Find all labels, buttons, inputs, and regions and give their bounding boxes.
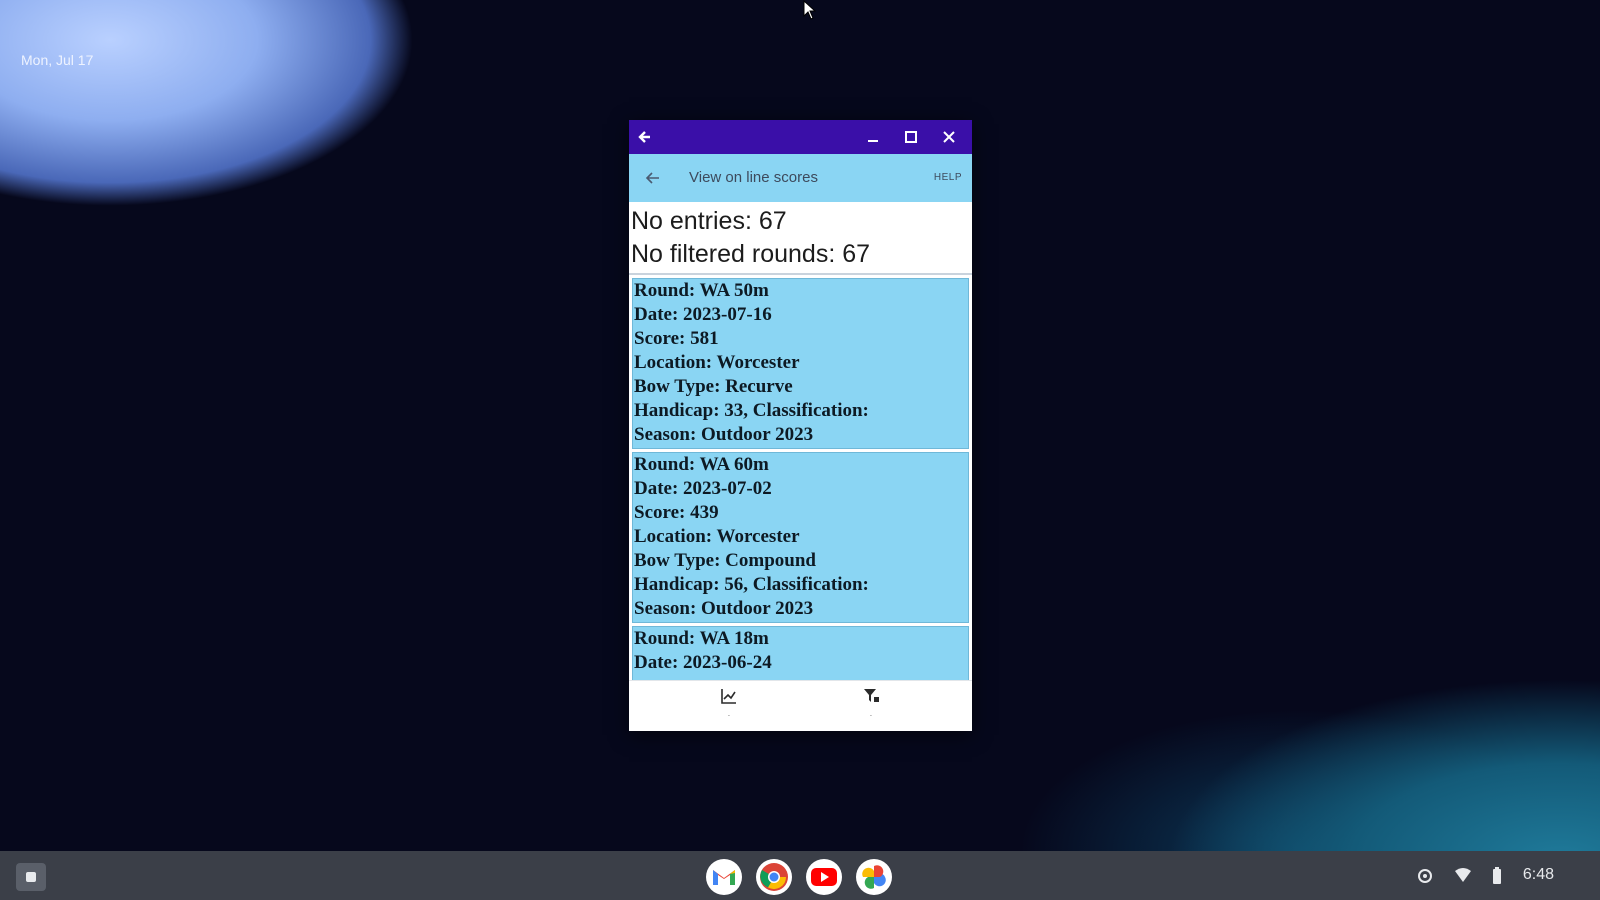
round-date: Date: 2023-07-02 xyxy=(634,478,772,499)
round-handicap: Handicap: 33, Classification: xyxy=(634,400,869,421)
rounds-list[interactable]: Round: WA 50m Date: 2023-07-16 Score: 58… xyxy=(629,275,972,685)
youtube-app[interactable] xyxy=(806,859,842,895)
round-season: Season: Outdoor 2023 xyxy=(634,598,814,619)
round-date: Date: 2023-06-24 xyxy=(634,652,772,673)
filter-icon xyxy=(864,689,879,702)
launcher-icon xyxy=(26,872,36,882)
battery-icon[interactable] xyxy=(1492,867,1502,890)
photos-app[interactable] xyxy=(856,859,892,895)
launcher-button[interactable] xyxy=(16,863,46,891)
chart-icon xyxy=(721,689,736,704)
mouse-cursor-icon xyxy=(803,0,817,20)
taskbar: 6:48 xyxy=(0,851,1600,900)
filter-button[interactable]: · xyxy=(851,687,891,725)
page-title: View on line scores xyxy=(689,169,818,186)
round-card[interactable]: Round: WA 18m Date: 2023-06-24 xyxy=(632,626,969,685)
round-season: Season: Outdoor 2023 xyxy=(634,424,814,445)
round-score: Score: 581 xyxy=(634,328,719,349)
round-score: Score: 439 xyxy=(634,502,719,523)
filter-indicator: · xyxy=(869,711,873,720)
settings-icon[interactable] xyxy=(1416,867,1434,890)
chrome-icon xyxy=(760,863,788,891)
round-bow-type: Bow Type: Recurve xyxy=(634,376,793,397)
photos-icon xyxy=(862,865,886,889)
arrow-left-icon[interactable] xyxy=(635,127,655,147)
youtube-icon xyxy=(811,868,837,886)
system-clock[interactable]: 6:48 xyxy=(1523,866,1554,884)
round-bow-type: Bow Type: Compound xyxy=(634,550,816,571)
round-date: Date: 2023-07-16 xyxy=(634,304,772,325)
summary-panel: No entries: 67 No filtered rounds: 67 xyxy=(629,202,972,275)
round-card[interactable]: Round: WA 50m Date: 2023-07-16 Score: 58… xyxy=(632,278,969,449)
round-name: Round: WA 18m xyxy=(634,628,769,649)
minimize-icon[interactable] xyxy=(863,127,883,147)
round-name: Round: WA 60m xyxy=(634,454,769,475)
maximize-icon[interactable] xyxy=(901,127,921,147)
round-location: Location: Worcester xyxy=(634,526,800,547)
filtered-rounds-count: No filtered rounds: 67 xyxy=(631,240,871,268)
chrome-app[interactable] xyxy=(756,859,792,895)
app-bar: View on line scores HELP xyxy=(629,154,972,202)
chart-button[interactable]: · xyxy=(709,687,749,725)
app-window: View on line scores HELP No entries: 67 … xyxy=(629,120,972,731)
gmail-icon xyxy=(713,870,735,885)
help-button[interactable]: HELP xyxy=(934,172,962,183)
gmail-app[interactable] xyxy=(706,859,742,895)
round-card[interactable]: Round: WA 60m Date: 2023-07-02 Score: 43… xyxy=(632,452,969,623)
entries-count: No entries: 67 xyxy=(631,207,787,235)
round-location: Location: Worcester xyxy=(634,352,800,373)
window-titlebar xyxy=(629,120,972,154)
desktop-date: Mon, Jul 17 xyxy=(21,52,94,68)
close-icon[interactable] xyxy=(939,127,959,147)
bottom-navigation: · · xyxy=(629,680,972,731)
chart-indicator: · xyxy=(727,711,731,720)
wifi-icon[interactable] xyxy=(1454,867,1472,888)
round-handicap: Handicap: 56, Classification: xyxy=(634,574,869,595)
back-arrow-icon[interactable] xyxy=(643,168,663,188)
round-name: Round: WA 50m xyxy=(634,280,769,301)
